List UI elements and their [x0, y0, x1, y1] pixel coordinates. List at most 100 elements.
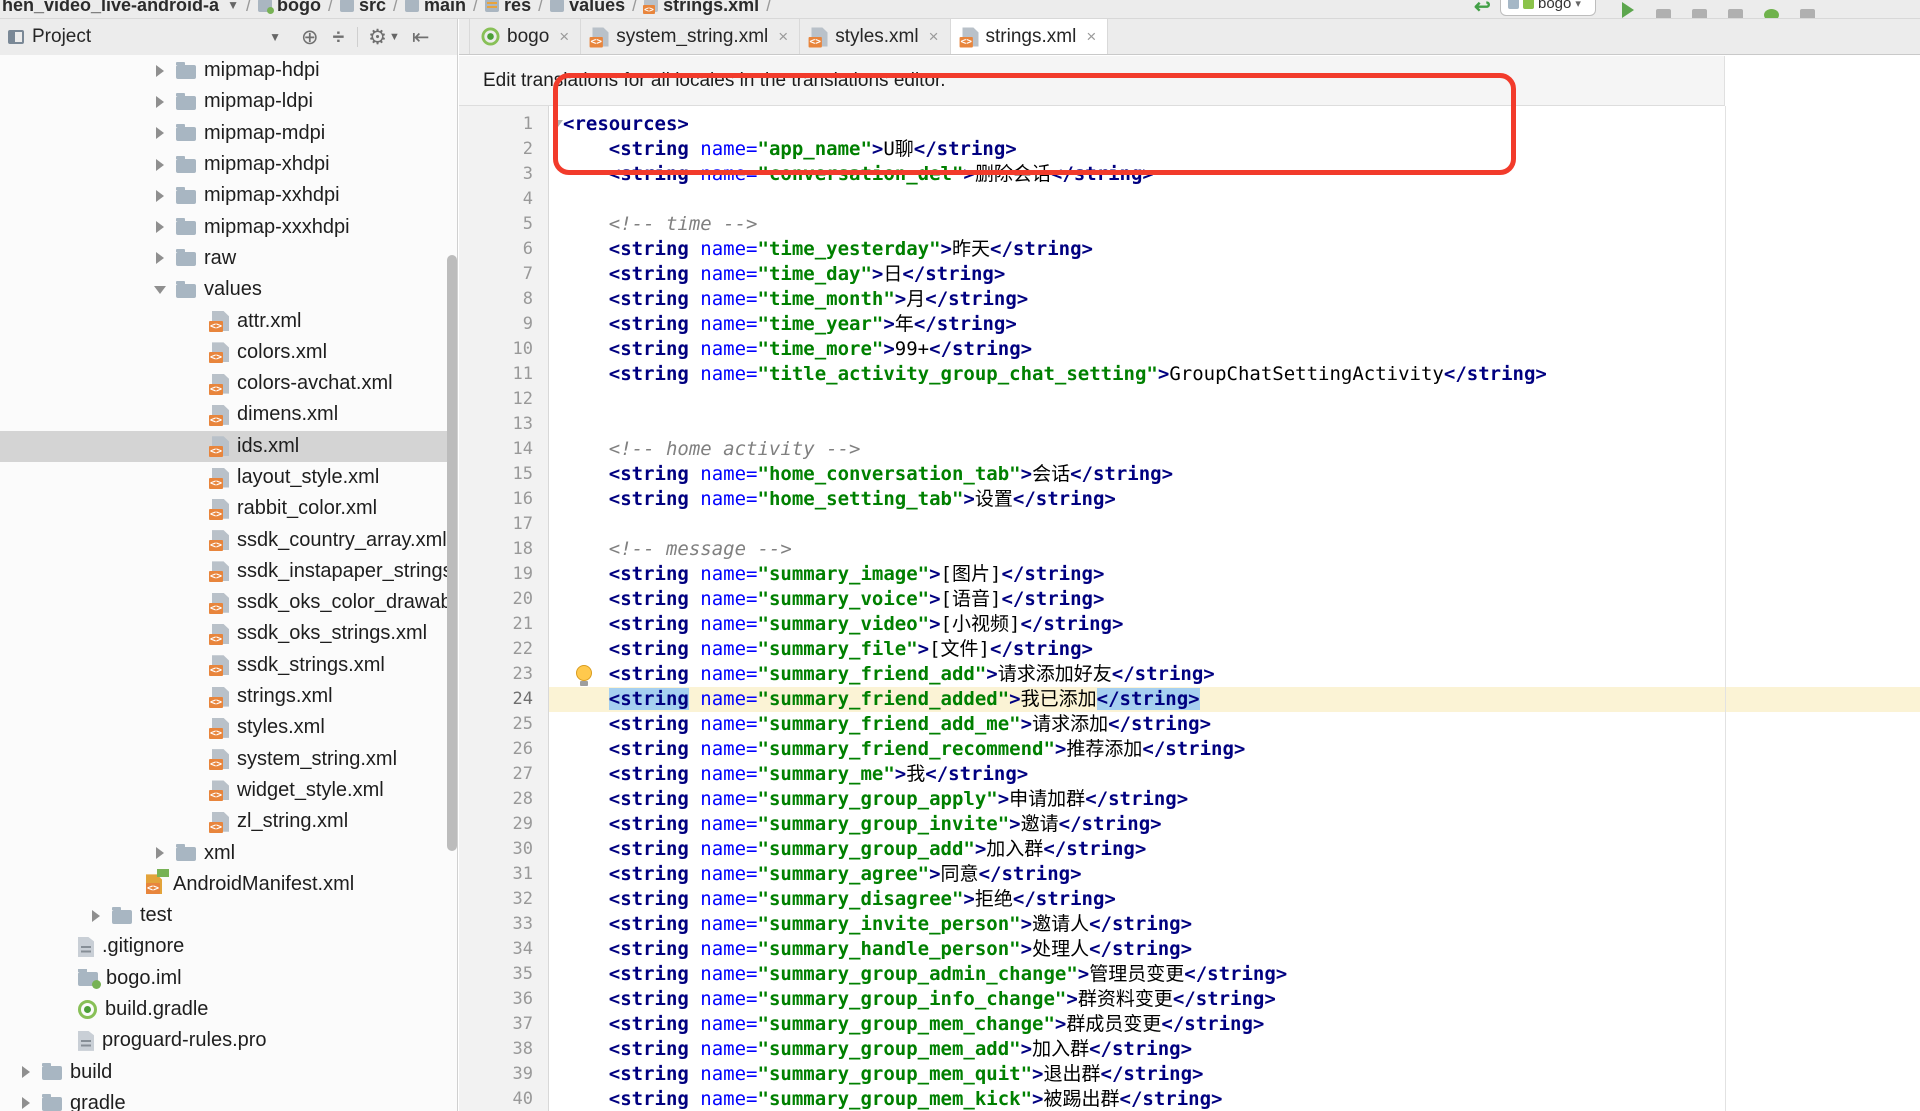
breadcrumb-item-values[interactable]: values: [550, 0, 625, 16]
tree-item-proguard-rules-pro[interactable]: proguard-rules.pro: [0, 1025, 457, 1056]
run-configuration-select[interactable]: bogo ▾: [1500, 0, 1596, 16]
chevron-right-icon[interactable]: [144, 190, 176, 202]
tree-item-ssdk-oks-color-drawable-xml[interactable]: ssdk_oks_color_drawable.xml: [0, 587, 457, 618]
line-number[interactable]: 12: [459, 387, 549, 412]
code-line-24[interactable]: 24 <string name="summary_friend_added">我…: [459, 687, 1920, 712]
breadcrumb-item-hen-video-live-android-a[interactable]: hen_video_live-android-a▼: [2, 0, 239, 16]
code-line-3[interactable]: 3 <string name="conversation_del">删除会话</…: [459, 162, 1920, 187]
line-number[interactable]: 25: [459, 712, 549, 737]
close-icon[interactable]: ×: [929, 27, 939, 47]
chevron-right-icon[interactable]: [144, 252, 176, 264]
close-icon[interactable]: ×: [559, 27, 569, 47]
avd-manager-button[interactable]: [1800, 9, 1815, 19]
close-icon[interactable]: ×: [1086, 27, 1096, 47]
gear-icon[interactable]: ⚙: [368, 27, 387, 48]
attach-debugger-button[interactable]: [1728, 9, 1743, 19]
line-number[interactable]: 6: [459, 237, 549, 262]
tree-item-build-gradle[interactable]: build.gradle: [0, 994, 457, 1025]
code-line-23[interactable]: 23 <string name="summary_friend_add">请求添…: [459, 662, 1920, 687]
code-line-21[interactable]: 21 <string name="summary_video">[小视频]</s…: [459, 612, 1920, 637]
tree-item-xml[interactable]: xml: [0, 837, 457, 868]
chevron-down-icon[interactable]: [144, 286, 176, 294]
code-text[interactable]: <string name="time_more">99+</string>: [549, 337, 1920, 362]
breadcrumb-item-main[interactable]: main: [405, 0, 466, 16]
code-text[interactable]: <string name="home_conversation_tab">会话<…: [549, 462, 1920, 487]
tree-item-strings-xml[interactable]: strings.xml: [0, 681, 457, 712]
code-text[interactable]: <string name="summary_group_apply">申请加群<…: [549, 787, 1920, 812]
code-text[interactable]: <string name="summary_friend_add_me">请求添…: [549, 712, 1920, 737]
hide-panel-icon[interactable]: ⇤: [412, 27, 430, 48]
tab-bogo[interactable]: bogo×: [469, 19, 581, 54]
line-number[interactable]: 10: [459, 337, 549, 362]
code-text[interactable]: [549, 387, 1920, 412]
tree-item-androidmanifest-xml[interactable]: AndroidManifest.xml: [0, 869, 457, 900]
tree-item-rabbit-color-xml[interactable]: rabbit_color.xml: [0, 493, 457, 524]
code-line-37[interactable]: 37 <string name="summary_group_mem_chang…: [459, 1012, 1920, 1037]
code-line-14[interactable]: 14 <!-- home activity -->: [459, 437, 1920, 462]
tab-strings-xml[interactable]: strings.xml×: [951, 19, 1109, 54]
code-text[interactable]: <!-- home activity -->: [549, 437, 1920, 462]
tree-item-bogo-iml[interactable]: bogo.iml: [0, 963, 457, 994]
line-number[interactable]: 3: [459, 162, 549, 187]
code-line-19[interactable]: 19 <string name="summary_image">[图片]</st…: [459, 562, 1920, 587]
code-text[interactable]: <string name="summary_friend_recommend">…: [549, 737, 1920, 762]
code-text[interactable]: <string name="summary_me">我</string>: [549, 762, 1920, 787]
chevron-right-icon[interactable]: [144, 847, 176, 859]
code-line-34[interactable]: 34 <string name="summary_handle_person">…: [459, 937, 1920, 962]
tree-item-mipmap-ldpi[interactable]: mipmap-ldpi: [0, 86, 457, 117]
tree-item-values[interactable]: values: [0, 274, 457, 305]
intention-bulb-icon[interactable]: [576, 665, 592, 681]
chevron-right-icon[interactable]: [80, 910, 112, 922]
breadcrumb-item-bogo[interactable]: bogo: [258, 0, 321, 16]
tree-item-attr-xml[interactable]: attr.xml: [0, 305, 457, 336]
line-number[interactable]: 32: [459, 887, 549, 912]
code-text[interactable]: <string name="conversation_del">删除会话</st…: [549, 162, 1920, 187]
debug-button[interactable]: [1656, 9, 1671, 19]
code-line-5[interactable]: 5 <!-- time -->: [459, 212, 1920, 237]
tree-item-zl-string-xml[interactable]: zl_string.xml: [0, 806, 457, 837]
code-text[interactable]: <string name="title_activity_group_chat_…: [549, 362, 1920, 387]
tree-item-ssdk-country-array-xml[interactable]: ssdk_country_array.xml: [0, 524, 457, 555]
code-text[interactable]: <string name="time_month">月</string>: [549, 287, 1920, 312]
code-line-22[interactable]: 22 <string name="summary_file">[文件]</str…: [459, 637, 1920, 662]
code-text[interactable]: [549, 412, 1920, 437]
code-line-11[interactable]: 11 <string name="title_activity_group_ch…: [459, 362, 1920, 387]
sync-button[interactable]: [1764, 9, 1779, 19]
fold-marker-icon[interactable]: [553, 120, 563, 127]
code-line-27[interactable]: 27 <string name="summary_me">我</string>: [459, 762, 1920, 787]
code-text[interactable]: <string name="time_day">日</string>: [549, 262, 1920, 287]
line-number[interactable]: 33: [459, 912, 549, 937]
line-number[interactable]: 35: [459, 962, 549, 987]
line-number[interactable]: 26: [459, 737, 549, 762]
tree-item-colors-avchat-xml[interactable]: colors-avchat.xml: [0, 368, 457, 399]
code-text[interactable]: <resources>: [549, 112, 1920, 137]
code-line-39[interactable]: 39 <string name="summary_group_mem_quit"…: [459, 1062, 1920, 1087]
code-line-15[interactable]: 15 <string name="home_conversation_tab">…: [459, 462, 1920, 487]
code-line-12[interactable]: 12: [459, 387, 1920, 412]
code-text[interactable]: <string name="summary_group_mem_quit">退出…: [549, 1062, 1920, 1087]
code-line-6[interactable]: 6 <string name="time_yesterday">昨天</stri…: [459, 237, 1920, 262]
code-text[interactable]: <string name="time_year">年</string>: [549, 312, 1920, 337]
line-number[interactable]: 4: [459, 187, 549, 212]
line-number[interactable]: 5: [459, 212, 549, 237]
line-number[interactable]: 23: [459, 662, 549, 687]
code-text[interactable]: <string name="summary_group_mem_kick">被踢…: [549, 1087, 1920, 1111]
tab-system-string-xml[interactable]: system_string.xml×: [581, 19, 800, 54]
code-line-33[interactable]: 33 <string name="summary_invite_person">…: [459, 912, 1920, 937]
code-line-36[interactable]: 36 <string name="summary_group_info_chan…: [459, 987, 1920, 1012]
code-editor[interactable]: 1<resources>2 <string name="app_name">U聊…: [459, 106, 1920, 1111]
code-line-31[interactable]: 31 <string name="summary_agree">同意</stri…: [459, 862, 1920, 887]
code-text[interactable]: <string name="summary_agree">同意</string>: [549, 862, 1920, 887]
chevron-right-icon[interactable]: [144, 96, 176, 108]
line-number[interactable]: 9: [459, 312, 549, 337]
tree-item-ssdk-instapaper-strings-xml[interactable]: ssdk_instapaper_strings.xml: [0, 556, 457, 587]
code-text[interactable]: <string name="summary_video">[小视频]</stri…: [549, 612, 1920, 637]
code-text[interactable]: <string name="summary_group_add">加入群</st…: [549, 837, 1920, 862]
code-line-35[interactable]: 35 <string name="summary_group_admin_cha…: [459, 962, 1920, 987]
code-text[interactable]: <string name="app_name">U聊</string>: [549, 137, 1920, 162]
chevron-right-icon[interactable]: [144, 65, 176, 77]
line-number[interactable]: 30: [459, 837, 549, 862]
code-line-10[interactable]: 10 <string name="time_more">99+</string>: [459, 337, 1920, 362]
line-number[interactable]: 7: [459, 262, 549, 287]
code-text[interactable]: <string name="summary_group_info_change"…: [549, 987, 1920, 1012]
